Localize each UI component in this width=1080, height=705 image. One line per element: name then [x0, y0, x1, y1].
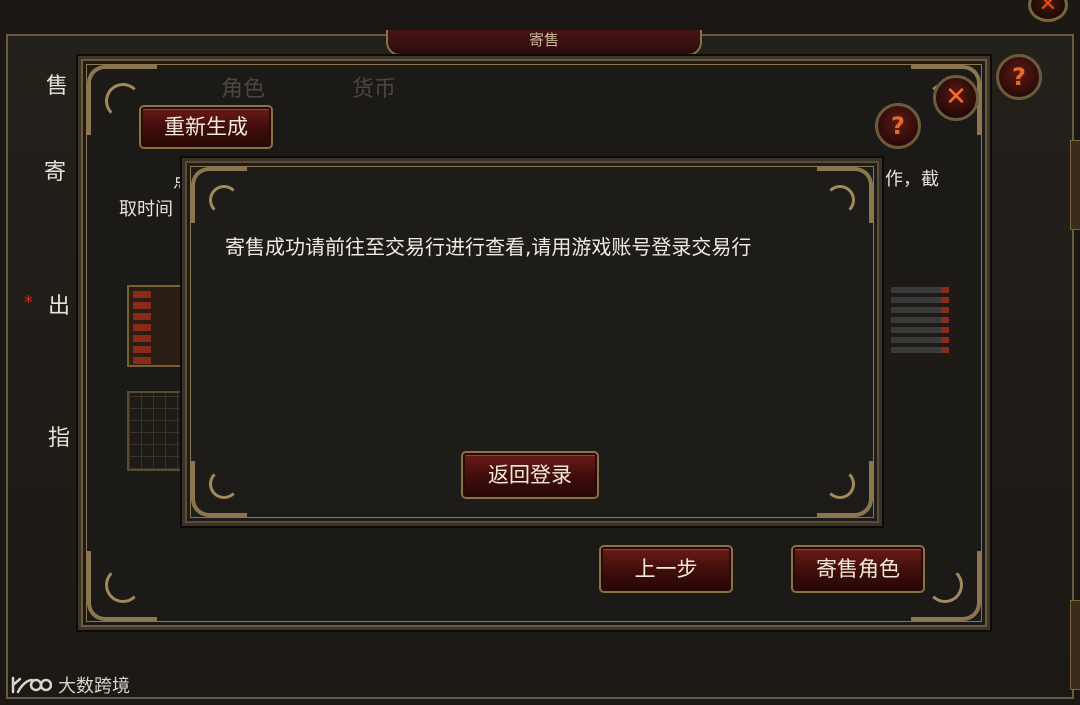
question-icon: ? — [1012, 63, 1026, 91]
side-label-2: 寄 — [44, 160, 67, 185]
window-title: 寄售 — [386, 30, 702, 56]
list-thumbnail[interactable] — [883, 283, 953, 367]
window-help-button[interactable]: ? — [996, 54, 1042, 100]
window-close-button[interactable]: ✕ — [1028, 0, 1068, 22]
tab-character[interactable]: 角色 — [221, 77, 265, 102]
side-label-3: 出 — [48, 294, 71, 319]
frame-edge-ornament — [1070, 600, 1080, 690]
watermark: 大数跨境 — [10, 672, 130, 698]
instruction-text-fragment: 作，截 — [885, 169, 939, 190]
corner-ornament — [87, 551, 157, 621]
side-label-4: 指 — [48, 426, 71, 451]
return-login-button[interactable]: 返回登录 — [463, 453, 597, 497]
corner-ornament — [191, 167, 247, 223]
watermark-logo-icon — [11, 676, 52, 694]
question-icon: ? — [891, 112, 905, 140]
required-marker: * — [24, 292, 33, 313]
frame-edge-ornament — [1070, 140, 1080, 230]
panel-help-button[interactable]: ? — [875, 103, 921, 149]
close-icon: ✕ — [945, 82, 967, 112]
watermark-text: 大数跨境 — [58, 676, 130, 697]
tab-currency[interactable]: 货币 — [352, 77, 396, 102]
consign-character-button[interactable]: 寄售角色 — [793, 547, 923, 591]
corner-ornament — [817, 167, 873, 223]
dialog-message: 寄售成功请前往至交易行进行查看,请用游戏账号登录交易行 — [225, 235, 752, 259]
panel-close-button[interactable]: ✕ — [933, 75, 979, 121]
side-label-1: 售 — [46, 74, 69, 99]
screenshot-thumbnail[interactable] — [127, 285, 187, 367]
panel-tabs: 角色 货币 — [221, 71, 476, 103]
close-icon: ✕ — [1038, 0, 1058, 17]
corner-ornament — [817, 461, 873, 517]
inventory-grid-thumbnail[interactable] — [127, 391, 187, 471]
corner-ornament — [191, 461, 247, 517]
instruction-text-fragment: 取时间 — [119, 199, 173, 220]
previous-step-button[interactable]: 上一步 — [601, 547, 731, 591]
regenerate-button[interactable]: 重新生成 — [141, 107, 271, 147]
consign-success-dialog: 寄售成功请前往至交易行进行查看,请用游戏账号登录交易行 返回登录 — [182, 158, 882, 526]
